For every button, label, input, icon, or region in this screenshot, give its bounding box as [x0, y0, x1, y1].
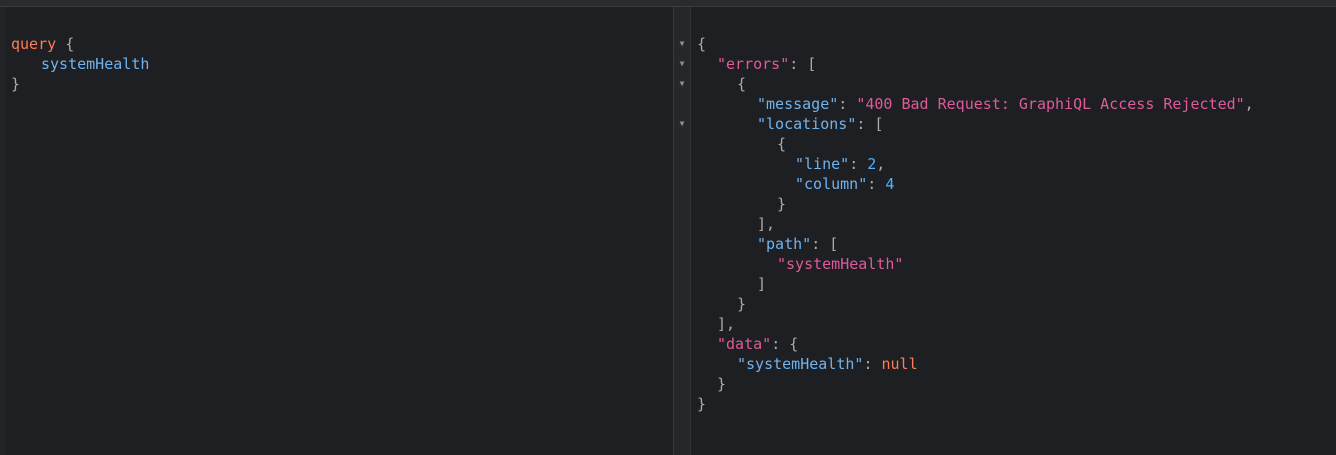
result-line-2: "errors": [ [717, 55, 817, 73]
query-close-brace: } [11, 75, 21, 93]
query-line-1: query { [11, 34, 74, 54]
result-line-6: { [777, 135, 787, 153]
fold-locations-icon[interactable]: ▼ [677, 114, 687, 134]
result-viewer-gutter: ▼ ▼ ▼ ▼ [674, 7, 691, 455]
line-value: 2 [867, 155, 877, 173]
query-line-3: } [11, 74, 20, 94]
result-line-12: "systemHealth" [777, 255, 904, 273]
result-line-10: ], [757, 215, 776, 233]
top-bar [0, 0, 1336, 7]
path-value: systemHealth [786, 255, 895, 273]
fold-root-icon[interactable]: ▼ [677, 34, 687, 54]
result-line-9: } [777, 195, 787, 213]
result-line-19: } [697, 395, 707, 413]
query-line-2: systemHealth [41, 54, 149, 74]
result-line-11: "path": [ [757, 235, 839, 253]
column-value: 4 [885, 175, 895, 193]
result-line-14: } [737, 295, 747, 313]
query-editor[interactable]: query { systemHealth } [5, 7, 673, 455]
query-field: systemHealth [41, 55, 150, 73]
locations-key: locations [766, 115, 848, 133]
fold-errors-icon[interactable]: ▼ [677, 54, 687, 74]
result-line-15: ], [717, 315, 736, 333]
result-line-4: "message": "400 Bad Request: GraphiQL Ac… [757, 95, 1254, 113]
message-value: 400 Bad Request: GraphiQL Access Rejecte… [865, 95, 1236, 113]
data-key: data [726, 335, 763, 353]
result-line-7: "line": 2, [795, 155, 886, 173]
query-keyword: query [11, 35, 57, 53]
result-line-8: "column": 4 [795, 175, 895, 193]
path-key: path [766, 235, 803, 253]
system-health-value: null [881, 355, 918, 373]
line-key: line [804, 155, 841, 173]
result-line-17: "systemHealth": null [737, 355, 918, 373]
result-line-18: } [717, 375, 727, 393]
result-line-13: ] [757, 275, 767, 293]
result-line-1: { [697, 35, 707, 53]
errors-key: errors [726, 55, 781, 73]
message-key: message [766, 95, 830, 113]
fold-error-object-icon[interactable]: ▼ [677, 74, 687, 94]
query-open-brace: { [65, 35, 75, 53]
result-line-3: { [737, 75, 747, 93]
column-key: column [804, 175, 859, 193]
result-line-5: "locations": [ [757, 115, 884, 133]
result-viewer: { "errors": [ { "message": "400 Bad Requ… [691, 7, 1336, 455]
result-line-16: "data": { [717, 335, 799, 353]
system-health-key: systemHealth [746, 355, 855, 373]
